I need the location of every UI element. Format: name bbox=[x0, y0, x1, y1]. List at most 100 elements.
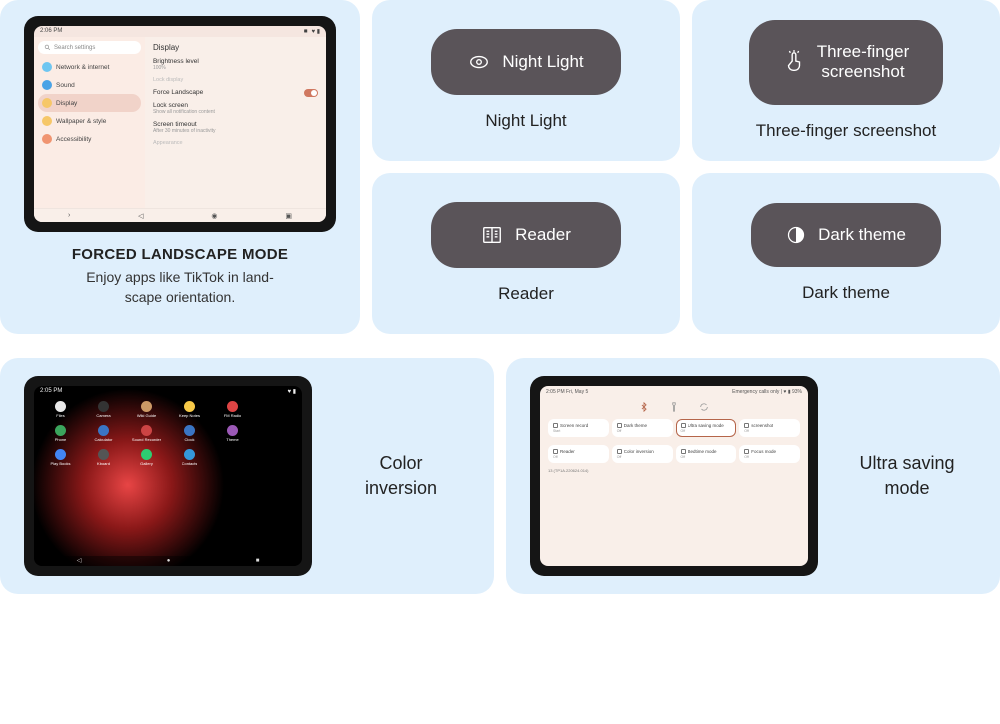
settings-row-label: Force Landscape bbox=[153, 89, 318, 96]
app-icon-shape bbox=[55, 425, 66, 436]
app-icon[interactable]: Gallery bbox=[126, 449, 167, 471]
app-icon-shape bbox=[270, 401, 281, 412]
app-icon-shape bbox=[141, 425, 152, 436]
tile-sub: Off bbox=[681, 429, 732, 433]
app-icon-shape bbox=[141, 401, 152, 412]
app-label: Files bbox=[56, 413, 64, 418]
tile-label: Focus mode bbox=[751, 449, 776, 454]
sidebar-item-display[interactable]: Display bbox=[38, 94, 141, 112]
feature-title: FORCED LANDSCAPE MODE bbox=[72, 246, 288, 263]
app-icon-shape bbox=[227, 425, 238, 436]
qs-statusbar: 2:05 PM Fri, May 5 Emergency calls only … bbox=[540, 386, 808, 398]
sidebar-item-sound[interactable]: Sound bbox=[38, 76, 141, 94]
feature-description: Enjoy apps like TikTok in land- scape or… bbox=[86, 267, 274, 308]
flashlight-icon[interactable] bbox=[669, 402, 679, 412]
tile-icon bbox=[681, 423, 686, 428]
qs-tiles-row1: Screen recordStartDark themeOffUltra sav… bbox=[540, 416, 808, 440]
bluetooth-icon[interactable] bbox=[639, 402, 649, 412]
qs-tile[interactable]: Bedtime modeOff bbox=[676, 445, 737, 463]
sidebar-icon bbox=[42, 80, 52, 90]
app-label: Keep Notes bbox=[179, 413, 200, 418]
tile-icon bbox=[744, 449, 749, 454]
sidebar-item-label: Wallpaper & style bbox=[56, 118, 106, 125]
app-icon[interactable]: Camera bbox=[83, 401, 124, 423]
app-label: Calculator bbox=[94, 437, 112, 442]
sidebar-item-label: Display bbox=[56, 100, 77, 107]
nav-recent-icon[interactable]: ■ bbox=[256, 558, 260, 564]
statusbar-icons: ◾ ♥ ▮ bbox=[302, 28, 320, 35]
sidebar-item-accessibility[interactable]: Accessibility bbox=[38, 130, 141, 148]
statusbar-time: 2:06 PM bbox=[40, 28, 62, 35]
sidebar-icon bbox=[42, 98, 52, 108]
feature-pill-grid: Night LightNight Light Three-finger scree… bbox=[372, 0, 1000, 334]
settings-row[interactable]: Screen timeoutAfter 30 minutes of inacti… bbox=[153, 121, 318, 134]
app-icon[interactable]: Calculator bbox=[83, 425, 124, 447]
settings-row-label: Lock display bbox=[153, 77, 318, 83]
nav-home-icon[interactable]: ◉ bbox=[211, 212, 217, 220]
feature-card-eye: Night LightNight Light bbox=[372, 0, 680, 161]
app-grid: Files CameraWiki Guide Keep Notes FM Radio P… bbox=[34, 397, 302, 556]
app-icon[interactable]: Keep Notes bbox=[169, 401, 210, 423]
app-icon[interactable]: FM Radio bbox=[212, 401, 253, 423]
feature-pill[interactable]: Reader bbox=[431, 202, 621, 268]
qs-tile[interactable]: Color inversionOff bbox=[612, 445, 673, 463]
statusbar: 2:06 PM ◾ ♥ ▮ bbox=[34, 26, 326, 37]
tile-label: Reader bbox=[560, 449, 575, 454]
app-icon[interactable]: Clock bbox=[169, 425, 210, 447]
app-icon-shape bbox=[141, 449, 152, 460]
ultra-saving-card: 2:05 PM Fri, May 5 Emergency calls only … bbox=[506, 358, 1000, 594]
search-input[interactable]: Search settings bbox=[38, 41, 141, 54]
feature-pill[interactable]: Night Light bbox=[431, 29, 621, 95]
sidebar-icon bbox=[42, 62, 52, 72]
rotation-icon[interactable] bbox=[699, 402, 709, 412]
tile-label: Ultra saving mode bbox=[688, 423, 724, 428]
nav-back-icon[interactable]: ◁ bbox=[77, 557, 82, 564]
search-placeholder: Search settings bbox=[54, 45, 95, 51]
tile-icon bbox=[681, 449, 686, 454]
settings-row[interactable]: Lock display bbox=[153, 77, 318, 83]
tile-icon bbox=[553, 423, 558, 428]
tile-sub: Off bbox=[617, 429, 668, 433]
settings-row[interactable]: Lock screenShow all notification content bbox=[153, 102, 318, 115]
qs-tile[interactable]: Focus modeOff bbox=[739, 445, 800, 463]
settings-row[interactable]: Force Landscape bbox=[153, 89, 318, 96]
settings-row[interactable]: Brightness level100% bbox=[153, 58, 318, 71]
feature-pill[interactable]: Three-finger screenshot bbox=[749, 20, 944, 105]
app-icon-shape bbox=[98, 449, 109, 460]
qs-tile[interactable]: Dark themeOff bbox=[612, 419, 673, 437]
nav-chevron-icon[interactable]: › bbox=[68, 212, 70, 219]
qs-tile[interactable]: ReaderOff bbox=[548, 445, 609, 463]
app-icon[interactable]: Kboard bbox=[83, 449, 124, 471]
app-icon[interactable]: Wiki Guide bbox=[126, 401, 167, 423]
app-icon[interactable]: Files bbox=[40, 401, 81, 423]
app-icon[interactable]: Contacts bbox=[169, 449, 210, 471]
app-icon[interactable]: Sound Recorder bbox=[126, 425, 167, 447]
app-label: Gallery bbox=[140, 461, 153, 466]
tile-icon bbox=[617, 449, 622, 454]
tile-label: Bedtime mode bbox=[688, 449, 717, 454]
qs-tile[interactable]: Screen recordStart bbox=[548, 419, 609, 437]
app-icon[interactable]: Play Books bbox=[40, 449, 81, 471]
nav-home-icon[interactable]: ● bbox=[167, 558, 171, 564]
settings-screenshot: 2:06 PM ◾ ♥ ▮ Search settings Network & bbox=[34, 26, 326, 222]
nav-recent-icon[interactable]: ▣ bbox=[285, 212, 292, 220]
sidebar-item-network-internet[interactable]: Network & internet bbox=[38, 58, 141, 76]
settings-row-sub: Show all notification content bbox=[153, 109, 318, 115]
nav-back-icon[interactable]: ◁ bbox=[138, 212, 143, 220]
qs-status-right: Emergency calls only | ♥ ▮ 93% bbox=[732, 389, 802, 395]
qs-tile[interactable]: screenshotOff bbox=[739, 419, 800, 437]
sidebar-icon bbox=[42, 134, 52, 144]
qs-tile[interactable]: Ultra saving modeOff bbox=[676, 419, 737, 437]
pill-text: Reader bbox=[515, 225, 571, 245]
settings-row[interactable]: Appearance bbox=[153, 140, 318, 146]
statusbar-time: 2:05 PM bbox=[40, 388, 62, 395]
sidebar-item-label: Sound bbox=[56, 82, 75, 89]
app-icon[interactable]: Theme bbox=[212, 425, 253, 447]
sidebar-item-wallpaper-style[interactable]: Wallpaper & style bbox=[38, 112, 141, 130]
toggle-switch[interactable] bbox=[304, 89, 318, 97]
qs-time: 2:05 PM Fri, May 5 bbox=[546, 389, 588, 395]
search-icon bbox=[44, 44, 51, 51]
color-inversion-card: 2:05 PM ♥ ▮ FilesCameraWiki GuideKeep No… bbox=[0, 358, 494, 594]
app-icon[interactable]: Phone bbox=[40, 425, 81, 447]
feature-pill[interactable]: Dark theme bbox=[751, 203, 941, 267]
